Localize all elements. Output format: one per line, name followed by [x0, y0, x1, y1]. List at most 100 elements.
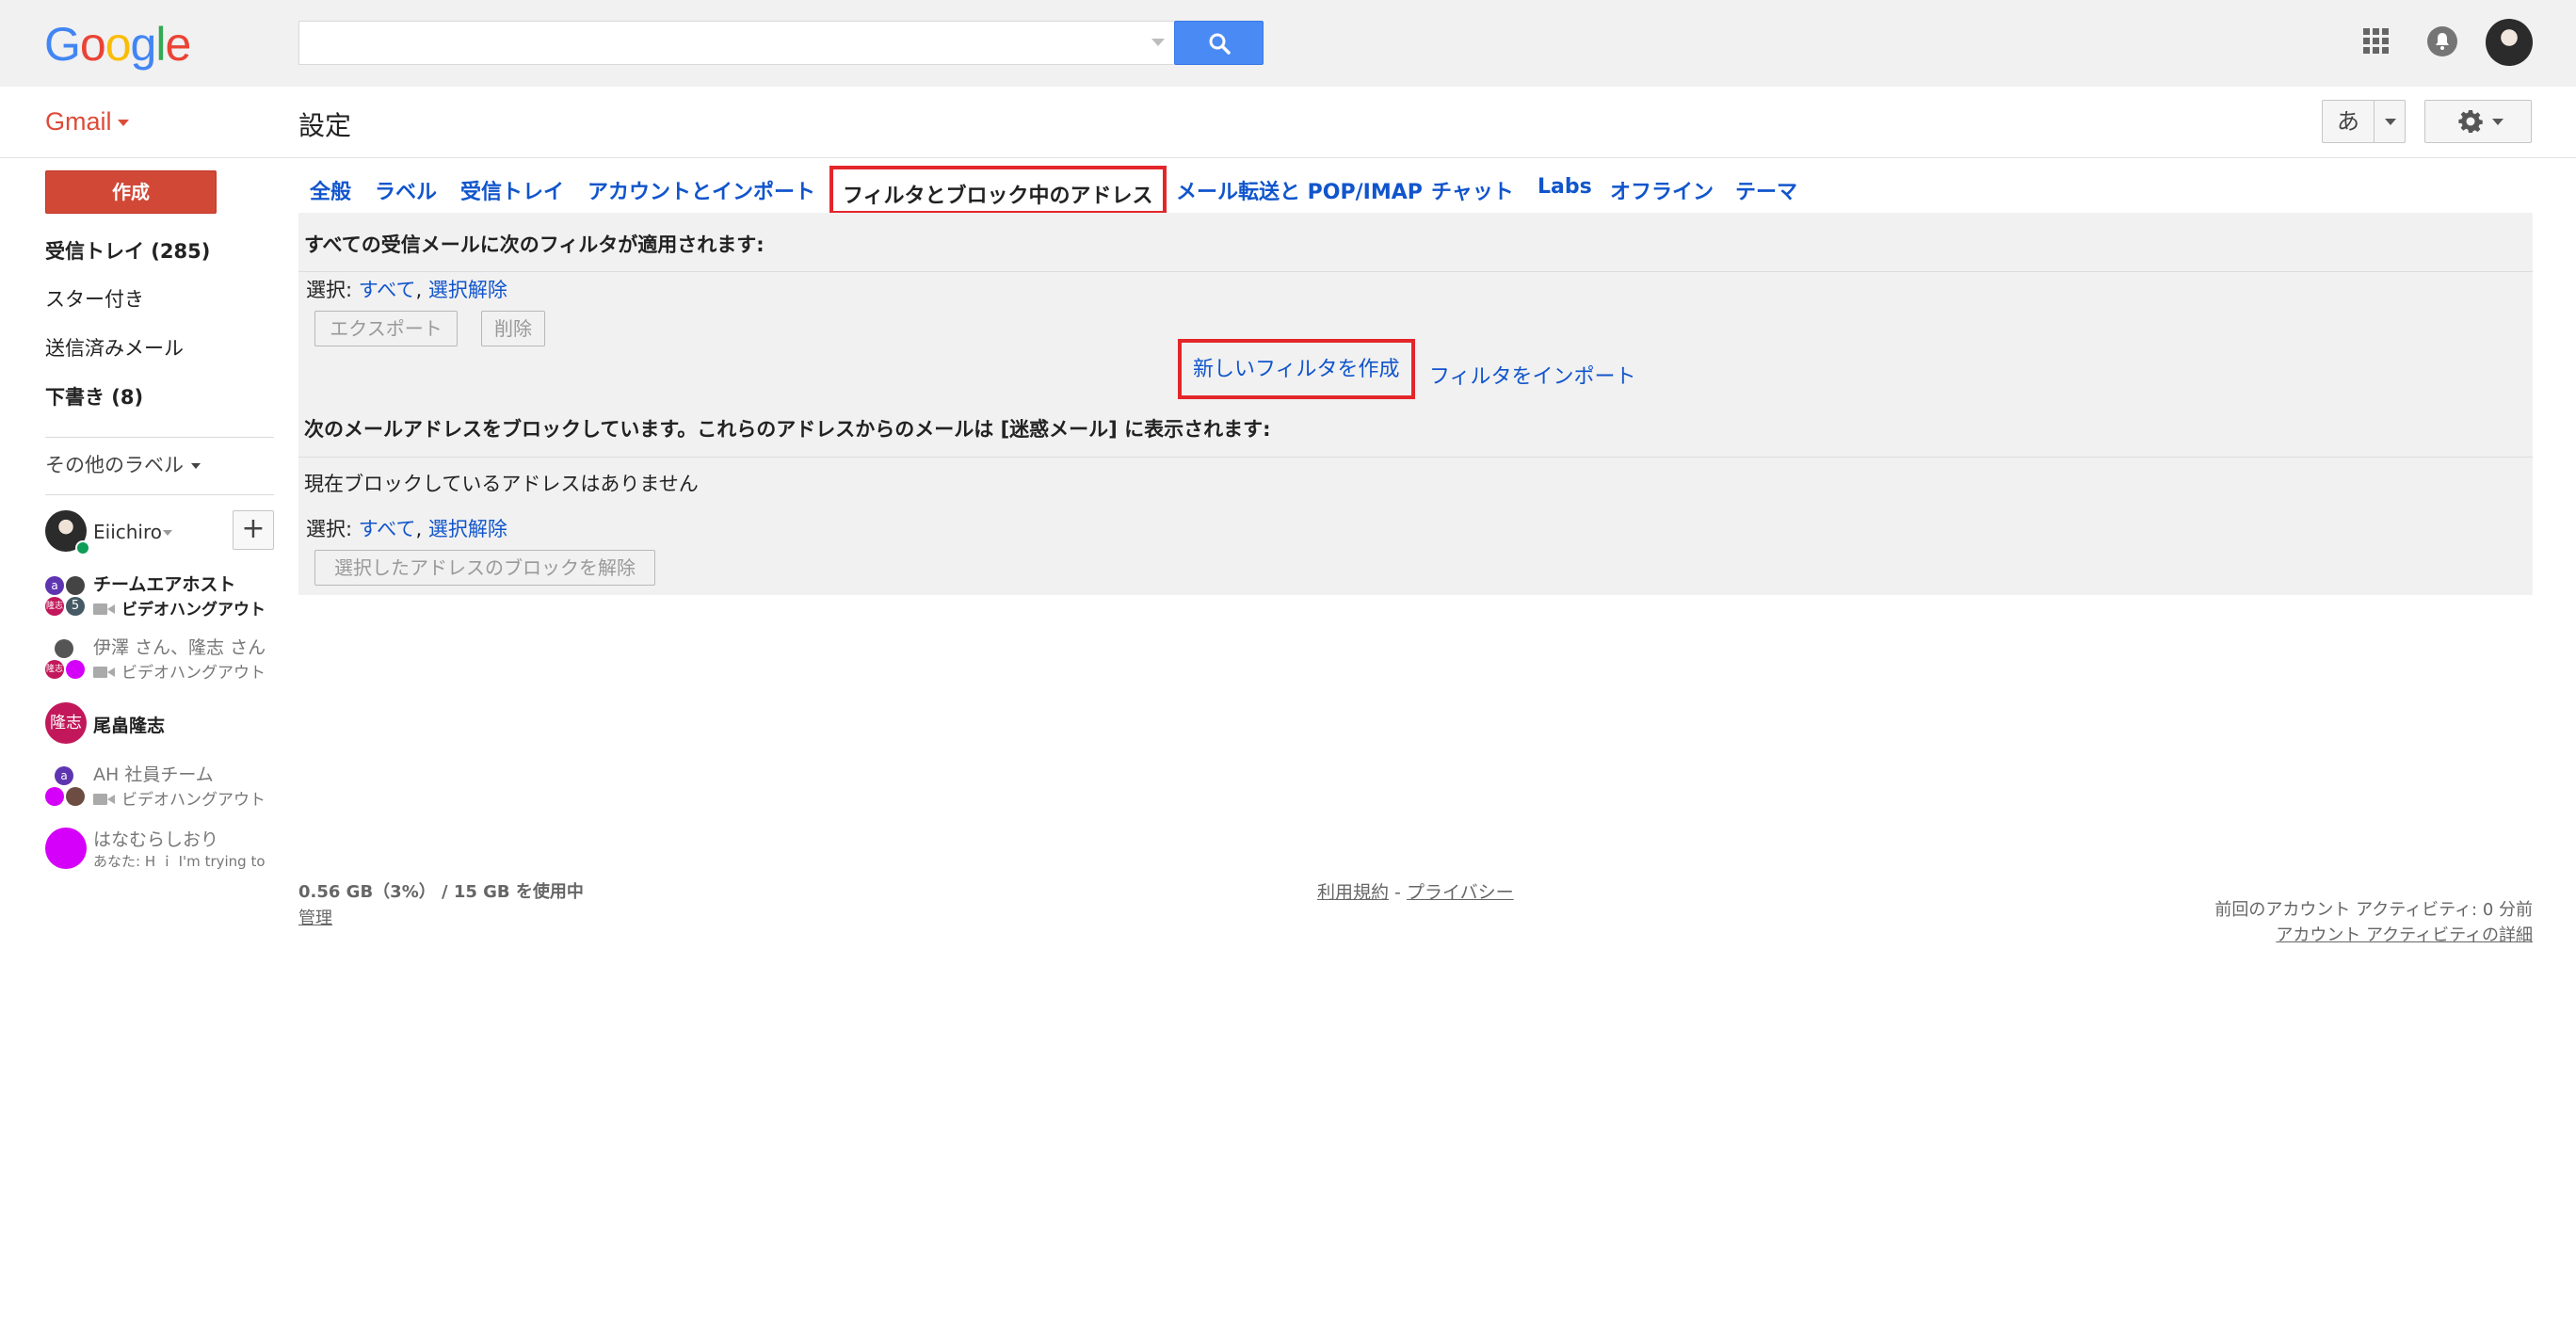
account-activity-details-link[interactable]: アカウント アクティビティの詳細 [2276, 922, 2533, 946]
avatar: a [55, 766, 73, 785]
account-avatar[interactable] [2486, 19, 2533, 66]
chevron-down-icon [2385, 119, 2396, 125]
blocked-select-row: 選択: すべて, 選択解除 [306, 514, 507, 542]
sub-bar: Gmail 設定 あ [0, 87, 2576, 158]
sidebar-divider [45, 437, 274, 438]
hangout-title: チームエアホスト [93, 574, 236, 595]
terms-link[interactable]: 利用規約 [1317, 882, 1389, 903]
hangout-item[interactable]: 隆志 伊澤 さん、隆志 さん ビデオハングアウト [45, 634, 274, 683]
select-all-link[interactable]: すべて [359, 279, 416, 301]
settings-gear-button[interactable] [2424, 100, 2532, 143]
new-conversation-button[interactable]: + [233, 510, 274, 550]
chevron-down-icon[interactable] [163, 530, 172, 536]
tab-offline[interactable]: オフライン [1610, 175, 1714, 205]
tab-filters-blocked[interactable]: フィルタとブロック中のアドレス [829, 166, 1167, 215]
hangouts-user-row: Eiichiro + [45, 510, 274, 555]
logo-letter: o [105, 18, 132, 71]
avatar [66, 660, 85, 679]
sidebar-item-inbox[interactable]: 受信トレイ (285) [45, 236, 210, 265]
filters-heading: すべての受信メールに次のフィルタが適用されます: [304, 233, 765, 256]
search-button[interactable] [1174, 21, 1264, 65]
tab-accounts-import[interactable]: アカウントとインポート [588, 175, 815, 205]
tab-labels[interactable]: ラベル [375, 175, 437, 205]
hangout-item[interactable]: a 隆志 5 チームエアホスト ビデオハングアウト [45, 571, 274, 619]
select-label: 選択: [306, 279, 359, 301]
avatar [66, 787, 85, 806]
logo-letter: o [79, 18, 106, 71]
select-all-link[interactable]: すべて [359, 518, 416, 540]
select-none-link[interactable]: 選択解除 [428, 279, 507, 301]
video-call-icon [93, 603, 116, 616]
select-none-link[interactable]: 選択解除 [428, 518, 507, 540]
manage-storage-link[interactable]: 管理 [298, 905, 332, 929]
hangout-item[interactable]: はなむらしおり あなた: H ｉ I'm trying to [45, 826, 274, 873]
tab-forwarding-pop-imap[interactable]: メール転送と POP/IMAP [1176, 175, 1423, 205]
hangout-title: AH 社員チーム [93, 764, 214, 785]
filters-settings-panel: すべての受信メールに次のフィルタが適用されます: 選択: すべて, 選択解除 エ… [298, 213, 2533, 595]
create-new-filter-link[interactable]: 新しいフィルタを作成 [1178, 339, 1415, 399]
user-name[interactable]: Eiichiro [93, 521, 162, 543]
hangout-title: はなむらしおり [93, 829, 219, 850]
more-labels-text: その他のラベル [45, 454, 184, 476]
avatar: 隆志 [45, 660, 64, 679]
search-icon [1209, 33, 1231, 55]
search-box[interactable] [298, 21, 1174, 65]
last-account-activity: 前回のアカウント アクティビティ: 0 分前 [2214, 900, 2533, 920]
google-apps-grid-icon[interactable] [2363, 28, 2390, 55]
footer-links: 利用規約 - プライバシー [1317, 878, 1514, 904]
search-options-dropdown-icon[interactable] [1151, 39, 1165, 46]
hangout-item[interactable]: 隆志 尾畠隆志 [45, 702, 274, 746]
blocked-addresses-heading: 次のメールアドレスをブロックしています。これらのアドレスからのメールは [迷惑メ… [304, 418, 1271, 441]
tab-general[interactable]: 全般 [310, 175, 351, 205]
chevron-down-icon [2492, 119, 2504, 125]
hangout-subtitle: ビデオハングアウト [121, 791, 266, 810]
sidebar-item-drafts[interactable]: 下書き (8) [45, 382, 143, 410]
sidebar-item-sent[interactable]: 送信済みメール [45, 333, 184, 362]
gmail-label: Gmail [45, 107, 112, 136]
sidebar-more-labels[interactable]: その他のラベル [45, 450, 201, 478]
compose-button[interactable]: 作成 [45, 170, 217, 214]
footer-dash: - [1389, 882, 1407, 903]
import-filters-link[interactable]: フィルタをインポート [1429, 360, 1636, 390]
logo-letter: e [165, 18, 191, 71]
logo-letter: g [130, 18, 157, 71]
privacy-link[interactable]: プライバシー [1407, 882, 1514, 903]
sidebar-item-starred[interactable]: スター付き [45, 284, 144, 313]
hangout-subtitle: ビデオハングアウト [121, 601, 266, 619]
storage-usage: 0.56 GB（3%） / 15 GB を使用中 [298, 882, 584, 902]
hangout-subtitle: ビデオハングアウト [121, 664, 266, 683]
tab-inbox[interactable]: 受信トレイ [460, 175, 564, 205]
sidebar-divider [45, 494, 274, 495]
avatar [45, 828, 87, 869]
hangout-subtitle: あなた: H ｉ I'm trying to [93, 853, 266, 870]
google-logo[interactable]: Google [44, 17, 191, 72]
notifications-bell-icon[interactable] [2427, 26, 2457, 56]
avatar [66, 576, 85, 595]
avatar [45, 787, 64, 806]
chevron-down-icon [191, 463, 201, 469]
gmail-settings-page: Google Gmail 設定 あ 作成 受信トレイ (285) スター付き 送… [0, 0, 2576, 1319]
input-tools-button[interactable]: あ [2322, 100, 2375, 143]
select-comma: , [415, 518, 428, 540]
hangout-item[interactable]: a AH 社員チーム ビデオハングアウト [45, 761, 274, 810]
avatar: a [45, 576, 64, 595]
gear-icon [2458, 110, 2483, 133]
avatar: 隆志 [45, 597, 64, 616]
hangout-title: 伊澤 さん、隆志 さん [93, 637, 266, 658]
section-divider [298, 271, 2533, 272]
hangout-title: 尾畠隆志 [93, 716, 166, 736]
delete-button[interactable]: 削除 [481, 311, 545, 346]
tab-themes[interactable]: テーマ [1735, 175, 1797, 205]
filters-select-row: 選択: すべて, 選択解除 [306, 275, 507, 303]
search-input[interactable] [299, 22, 1128, 64]
top-bar: Google [0, 0, 2576, 87]
tab-chat[interactable]: チャット [1431, 175, 1514, 205]
tab-labs[interactable]: Labs [1538, 175, 1592, 199]
input-tools-dropdown[interactable] [2374, 100, 2406, 143]
avatar: 隆志 [45, 702, 87, 744]
export-button[interactable]: エクスポート [314, 311, 458, 346]
online-status-dot [75, 540, 90, 555]
no-blocked-addresses-text: 現在ブロックしているアドレスはありません [304, 473, 699, 495]
unblock-selected-button[interactable]: 選択したアドレスのブロックを解除 [314, 550, 655, 586]
gmail-app-switcher[interactable]: Gmail [45, 107, 129, 137]
